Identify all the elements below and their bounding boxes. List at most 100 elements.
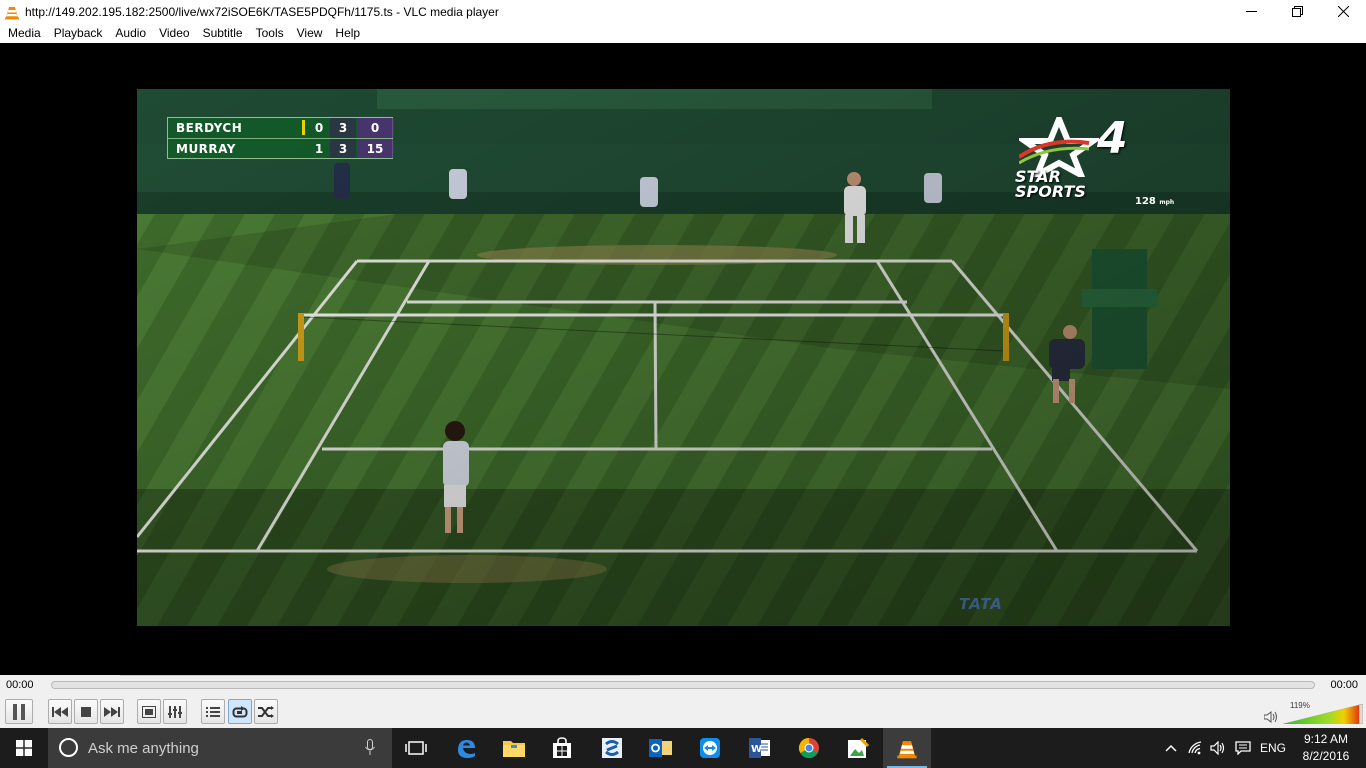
show-hidden-icons-button[interactable]: [1160, 728, 1182, 768]
menu-help[interactable]: Help: [330, 23, 365, 43]
score-games: 3: [338, 142, 348, 156]
menu-bar: Media Playback Audio Video Subtitle Tool…: [0, 23, 1366, 43]
taskbar-word[interactable]: W: [736, 728, 784, 768]
taskbar-vlc[interactable]: [883, 728, 931, 768]
speaker-icon: [1210, 741, 1225, 755]
menu-video[interactable]: Video: [154, 23, 194, 43]
pause-icon: [13, 703, 25, 720]
chevron-up-icon: [1165, 744, 1177, 752]
minimize-button[interactable]: [1228, 0, 1274, 23]
taskbar-edge[interactable]: [442, 728, 490, 768]
cortana-search-box[interactable]: Ask me anything: [48, 728, 392, 768]
total-time: 00:00: [1330, 679, 1358, 691]
video-frame: BERDYCH 0 3 0 MURRAY 1 3 15 4 STAR SPORT…: [137, 89, 1230, 626]
sync-app-icon: [602, 738, 622, 758]
control-bar: 119%: [0, 696, 1366, 728]
score-sets: 0: [314, 121, 324, 135]
taskbar-outlook[interactable]: [637, 728, 685, 768]
svg-text:W: W: [751, 744, 762, 755]
extended-settings-button[interactable]: [163, 699, 187, 724]
loop-icon: [232, 705, 248, 717]
chrome-icon: [798, 737, 819, 759]
playlist-button[interactable]: [201, 699, 225, 724]
channel-name-line2: SPORTS: [1015, 182, 1086, 201]
image-editor-icon: [848, 737, 869, 758]
close-icon: [1337, 6, 1349, 17]
channel-number: 4: [1097, 113, 1128, 164]
cortana-icon: [59, 738, 78, 757]
close-button[interactable]: [1320, 0, 1366, 23]
playlist-icon: [206, 706, 220, 717]
video-area[interactable]: BERDYCH 0 3 0 MURRAY 1 3 15 4 STAR SPORT…: [0, 43, 1366, 675]
windows-logo-icon: [16, 740, 32, 756]
previous-button[interactable]: [48, 699, 72, 724]
score-points: 0: [370, 121, 380, 135]
stop-icon: [81, 706, 91, 717]
volume-slider[interactable]: [1283, 704, 1363, 724]
sponsor-watermark: TATA: [959, 595, 1003, 613]
store-bag-icon: [553, 737, 571, 758]
input-language-button[interactable]: ENG: [1256, 728, 1290, 768]
scoreboard: BERDYCH 0 3 0 MURRAY 1 3 15: [167, 117, 394, 159]
seek-row: 00:00 00:00: [0, 675, 1366, 696]
network-button[interactable]: [1185, 728, 1207, 768]
speaker-icon[interactable]: [1264, 711, 1278, 723]
taskbar-photo-app[interactable]: [834, 728, 882, 768]
shuffle-icon: [258, 705, 274, 718]
window-title: http://149.202.195.182:2500/live/wx72iSO…: [25, 4, 499, 19]
taskbar-teamviewer[interactable]: [686, 728, 734, 768]
taskbar-chrome[interactable]: [785, 728, 833, 768]
taskbar: Ask me anything W ENG 9:12 AM 8/2/2016: [0, 728, 1366, 768]
loop-button[interactable]: [228, 699, 252, 724]
restore-button[interactable]: [1274, 0, 1320, 23]
player-name: BERDYCH: [176, 121, 243, 135]
speed-unit: mph: [1159, 199, 1175, 206]
serve-speed: 128 mph: [1135, 196, 1174, 207]
next-button[interactable]: [100, 699, 124, 724]
start-button[interactable]: [0, 728, 48, 768]
score-sets: 1: [314, 142, 324, 156]
scoreboard-row: MURRAY 1 3 15: [168, 138, 394, 158]
fullscreen-icon: [142, 705, 156, 718]
equalizer-icon: [168, 705, 182, 718]
speed-value: 128: [1135, 196, 1156, 207]
seek-slider[interactable]: [51, 681, 1315, 689]
stop-button[interactable]: [74, 699, 98, 724]
vlc-cone-icon: [5, 6, 19, 19]
channel-logo: 4 STAR SPORTS: [1015, 113, 1155, 217]
minimize-icon: [1245, 11, 1257, 12]
folder-icon: [503, 741, 525, 757]
menu-playback[interactable]: Playback: [49, 23, 108, 43]
serve-indicator: [302, 120, 305, 135]
volume-tray-button[interactable]: [1207, 728, 1229, 768]
menu-view[interactable]: View: [292, 23, 328, 43]
task-view-icon: [405, 741, 427, 755]
shuffle-button[interactable]: [254, 699, 278, 724]
teamviewer-icon: [700, 738, 720, 758]
elapsed-time: 00:00: [6, 679, 34, 691]
restore-icon: [1291, 6, 1303, 17]
title-bar[interactable]: http://149.202.195.182:2500/live/wx72iSO…: [0, 0, 1366, 23]
task-view-button[interactable]: [392, 728, 440, 768]
player-name: MURRAY: [176, 142, 236, 156]
fullscreen-button[interactable]: [137, 699, 161, 724]
taskbar-sync-app[interactable]: [588, 728, 636, 768]
menu-tools[interactable]: Tools: [251, 23, 289, 43]
language-indicator: ENG: [1259, 741, 1286, 755]
outlook-icon: [649, 739, 672, 757]
menu-audio[interactable]: Audio: [110, 23, 151, 43]
word-icon: W: [749, 738, 770, 758]
microphone-icon[interactable]: [365, 739, 375, 756]
taskbar-file-explorer[interactable]: [490, 728, 538, 768]
notification-icon: [1235, 741, 1251, 755]
vlc-cone-icon: [897, 741, 917, 759]
score-games: 3: [338, 121, 348, 135]
score-points: 15: [366, 142, 384, 156]
menu-subtitle[interactable]: Subtitle: [198, 23, 248, 43]
taskbar-clock[interactable]: 9:12 AM 8/2/2016: [1296, 731, 1356, 765]
taskbar-store[interactable]: [538, 728, 586, 768]
pause-button[interactable]: [5, 699, 33, 724]
action-center-button[interactable]: [1232, 728, 1254, 768]
clock-time: 9:12 AM: [1303, 732, 1349, 746]
menu-media[interactable]: Media: [3, 23, 46, 43]
